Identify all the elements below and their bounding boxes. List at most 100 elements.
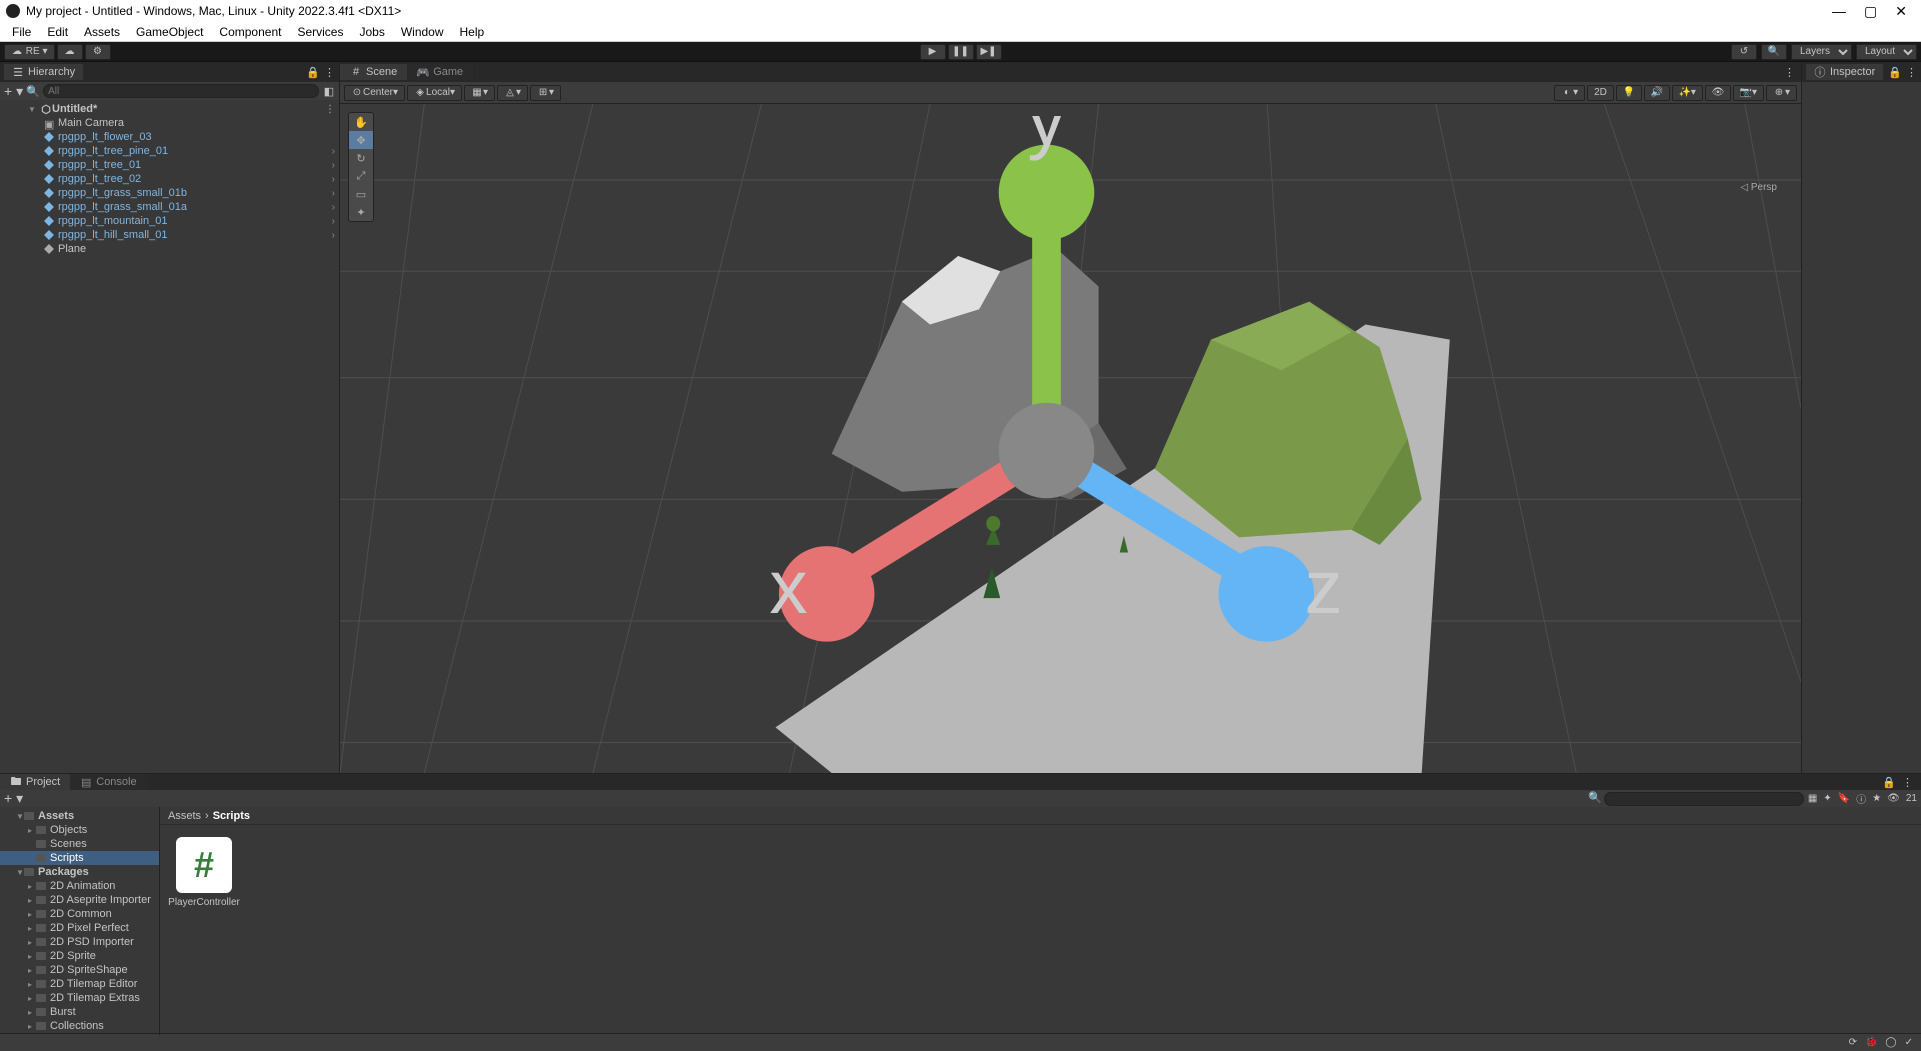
breadcrumb[interactable]: Assets › Scripts (160, 807, 1921, 825)
inspector-tab[interactable]: ⓘInspector (1806, 64, 1883, 80)
hierarchy-item[interactable]: ▣Main Camera (0, 116, 339, 130)
check-icon[interactable]: ✓ (1905, 1037, 1913, 1048)
close-icon[interactable]: ✕ (1895, 3, 1907, 20)
project-folder[interactable]: ▸2D Sprite (0, 949, 159, 963)
settings-button[interactable]: ⚙ (85, 44, 111, 60)
auto-refresh-icon[interactable]: ⟳ (1849, 1037, 1857, 1048)
hierarchy-item[interactable]: rpgpp_lt_tree_02› (0, 172, 339, 186)
context-menu-icon[interactable]: ⋮ (1784, 67, 1795, 79)
snap-button[interactable]: ◬▾ (497, 85, 528, 101)
undo-history-button[interactable]: ↺ (1731, 44, 1757, 60)
hierarchy-scene-root[interactable]: ▼ ⬡ Untitled* ⋮ (0, 102, 339, 116)
cloud-button[interactable]: ☁ (57, 44, 83, 60)
hierarchy-tree[interactable]: ▼ ⬡ Untitled* ⋮ ▣Main Camera rpgpp_lt_fl… (0, 100, 339, 773)
context-menu-icon[interactable]: ⋮ (324, 66, 335, 79)
menu-edit[interactable]: Edit (39, 23, 76, 41)
context-menu-icon[interactable]: ⋮ (1906, 66, 1917, 79)
menu-jobs[interactable]: Jobs (351, 23, 392, 41)
minimize-icon[interactable]: — (1832, 3, 1846, 20)
project-folder-assets[interactable]: ▼Assets (0, 809, 159, 823)
project-folder[interactable]: ▸2D Tilemap Extras (0, 991, 159, 1005)
console-tab[interactable]: ▤Console (70, 774, 146, 790)
menu-assets[interactable]: Assets (76, 23, 128, 41)
hierarchy-item[interactable]: rpgpp_lt_mountain_01› (0, 214, 339, 228)
favorite-icon[interactable]: ★ (1872, 793, 1881, 804)
hierarchy-item[interactable]: rpgpp_lt_grass_small_01a› (0, 200, 339, 214)
info-icon[interactable]: ⓘ (1856, 791, 1866, 806)
search-button[interactable]: 🔍 (1761, 44, 1787, 60)
project-folder-scripts[interactable]: Scripts (0, 851, 159, 865)
hierarchy-item[interactable]: rpgpp_lt_hill_small_01› (0, 228, 339, 242)
account-dropdown[interactable]: ☁ RE ▾ (4, 44, 55, 60)
hierarchy-item[interactable]: rpgpp_lt_flower_03 (0, 130, 339, 144)
create-dropdown[interactable]: + ▾ (4, 83, 23, 100)
project-folder[interactable]: ▸Collections (0, 1019, 159, 1033)
project-folder[interactable]: ▸Objects (0, 823, 159, 837)
lighting-toggle[interactable]: 💡 (1616, 85, 1642, 101)
project-folder[interactable]: ▸2D Tilemap Editor (0, 977, 159, 991)
breadcrumb-item[interactable]: Scripts (213, 810, 250, 822)
increment-snap-button[interactable]: ⊞▾ (530, 85, 561, 101)
project-folder[interactable]: ▸2D Pixel Perfect (0, 921, 159, 935)
expand-icon[interactable]: › (332, 216, 335, 227)
project-search-input[interactable] (1604, 792, 1804, 806)
expand-icon[interactable]: ▼ (28, 105, 38, 114)
progress-icon[interactable]: ◯ (1885, 1037, 1896, 1048)
projection-label[interactable]: ◁ Persp (1740, 182, 1777, 193)
pivot-mode-dropdown[interactable]: ⊙Center ▾ (344, 85, 405, 101)
maximize-icon[interactable]: ▢ (1864, 3, 1877, 20)
context-menu-icon[interactable]: ⋮ (325, 104, 335, 115)
context-menu-icon[interactable]: ⋮ (1902, 776, 1913, 789)
create-dropdown[interactable]: + ▾ (4, 790, 23, 807)
pause-button[interactable]: ❚❚ (948, 44, 974, 60)
filter-by-label-icon[interactable]: ✦ (1823, 793, 1831, 804)
step-button[interactable]: ▶❚ (976, 44, 1002, 60)
menu-component[interactable]: Component (211, 23, 289, 41)
save-search-icon[interactable]: 🔖 (1838, 793, 1850, 804)
hierarchy-item[interactable]: rpgpp_lt_tree_pine_01› (0, 144, 339, 158)
2d-toggle[interactable]: 2D (1587, 85, 1614, 101)
file-grid[interactable]: # PlayerController (160, 825, 1921, 1035)
hidden-icon[interactable]: 👁 (1887, 793, 1900, 804)
fx-toggle[interactable]: ✨▾ (1672, 85, 1703, 101)
debug-icon[interactable]: 🐞 (1865, 1037, 1877, 1048)
menu-gameobject[interactable]: GameObject (128, 23, 211, 41)
scene-filter-icon[interactable]: ◧ (323, 85, 335, 97)
scene-viewport[interactable]: ✋ ✥ ↻ ⤢ ▭ ✦ y x z ◁ Persp (340, 104, 1801, 773)
expand-icon[interactable]: ▼ (16, 812, 24, 821)
project-folder[interactable]: Scenes (0, 837, 159, 851)
lock-icon[interactable]: 🔒 (1882, 776, 1896, 789)
draw-mode-dropdown[interactable]: ◐▾ (1554, 85, 1585, 101)
audio-toggle[interactable]: 🔊 (1644, 85, 1670, 101)
project-folder[interactable]: ▸2D Animation (0, 879, 159, 893)
menu-window[interactable]: Window (393, 23, 452, 41)
expand-icon[interactable]: › (332, 174, 335, 185)
menu-help[interactable]: Help (452, 23, 493, 41)
hierarchy-item[interactable]: rpgpp_lt_grass_small_01b› (0, 186, 339, 200)
breadcrumb-item[interactable]: Assets (168, 810, 201, 822)
project-folder-packages[interactable]: ▼Packages (0, 865, 159, 879)
lock-icon[interactable]: 🔒 (306, 66, 320, 79)
project-tab[interactable]: 🖿Project (0, 774, 70, 790)
project-folder[interactable]: ▸2D Common (0, 907, 159, 921)
menu-services[interactable]: Services (289, 23, 351, 41)
expand-icon[interactable]: › (332, 146, 335, 157)
menu-file[interactable]: File (4, 23, 39, 41)
layers-dropdown[interactable]: Layers (1791, 44, 1852, 60)
play-button[interactable]: ▶ (920, 44, 946, 60)
grid-snap-button[interactable]: ▦▾ (464, 85, 495, 101)
hierarchy-tab[interactable]: ☰Hierarchy (4, 64, 83, 80)
project-folder[interactable]: ▸2D SpriteShape (0, 963, 159, 977)
hierarchy-item[interactable]: rpgpp_lt_tree_01› (0, 158, 339, 172)
project-folder[interactable]: ▸Burst (0, 1005, 159, 1019)
file-item-script[interactable]: # PlayerController (172, 837, 236, 908)
project-folder[interactable]: ▸2D Aseprite Importer (0, 893, 159, 907)
orientation-gizmo[interactable]: y x z (340, 116, 1777, 773)
filter-by-type-icon[interactable]: ▦ (1808, 793, 1817, 804)
handle-rotation-dropdown[interactable]: ◈Local ▾ (407, 85, 462, 101)
expand-icon[interactable]: › (332, 230, 335, 241)
hierarchy-search-input[interactable] (43, 84, 319, 98)
expand-icon[interactable]: › (332, 188, 335, 199)
game-tab[interactable]: 🎮Game (407, 64, 473, 80)
layout-dropdown[interactable]: Layout (1856, 44, 1917, 60)
